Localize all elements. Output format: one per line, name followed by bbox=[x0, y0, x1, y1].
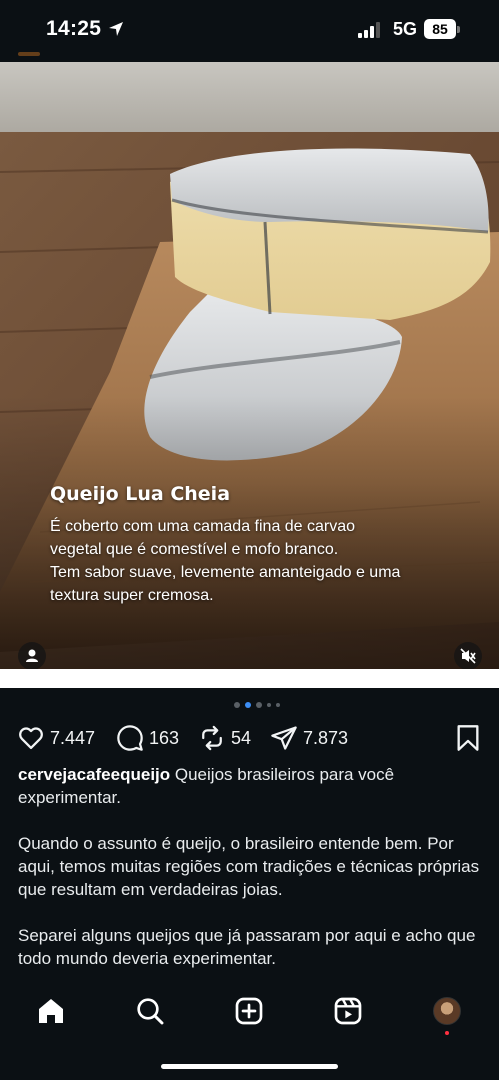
caption-username[interactable]: cervejacafeequeijo bbox=[18, 765, 170, 784]
nav-home[interactable] bbox=[35, 995, 67, 1027]
caption-paragraph: Separei alguns queijos que já passaram p… bbox=[18, 926, 476, 968]
post-caption: cervejacafeequeijo Queijos brasileiros p… bbox=[18, 763, 480, 970]
caption-paragraph: Quando o assunto é queijo, o brasileiro … bbox=[18, 834, 480, 899]
repost-icon bbox=[202, 725, 222, 751]
comment-count: 163 bbox=[149, 727, 180, 748]
app-indicator bbox=[18, 52, 40, 56]
nav-search[interactable] bbox=[134, 995, 166, 1027]
image-text-overlay: Queijo Lua Cheia É coberto com uma camad… bbox=[50, 483, 480, 607]
create-icon bbox=[235, 997, 263, 1025]
overlay-title: Queijo Lua Cheia bbox=[50, 483, 231, 505]
caption-first-paragraph: cervejacafeequeijo Queijos brasileiros p… bbox=[18, 763, 480, 809]
cellular-signal-icon bbox=[358, 22, 380, 38]
overlay-line: Tem sabor suave, levemente amanteigado e… bbox=[50, 564, 401, 581]
home-indicator[interactable] bbox=[161, 1064, 338, 1069]
status-bar: 14:25 5G 85 bbox=[0, 0, 499, 62]
home-icon bbox=[39, 999, 63, 1023]
comment-action[interactable]: 163 bbox=[116, 722, 179, 754]
notification-dot bbox=[445, 1031, 449, 1035]
share-action[interactable]: 7.873 bbox=[270, 722, 348, 754]
overlay-line: vegetal que é comestível e mofo branco. bbox=[50, 541, 339, 558]
comment-icon bbox=[117, 725, 143, 751]
status-time: 14:25 bbox=[46, 17, 102, 40]
carousel-dot bbox=[234, 702, 240, 708]
carousel-indicator bbox=[234, 702, 280, 708]
share-count: 7.873 bbox=[303, 727, 349, 748]
carousel-dot bbox=[256, 702, 262, 708]
carousel-dot-active bbox=[245, 702, 251, 708]
network-type: 5G bbox=[393, 19, 418, 39]
user-icon bbox=[26, 649, 38, 662]
tagged-users-button[interactable] bbox=[18, 642, 46, 669]
post-image[interactable]: Queijo Lua Cheia É coberto com uma camad… bbox=[0, 62, 499, 669]
send-icon bbox=[271, 726, 297, 750]
nav-create[interactable] bbox=[233, 995, 265, 1027]
reels-icon bbox=[334, 997, 362, 1025]
speaker-muted-icon bbox=[460, 648, 476, 664]
overlay-line: textura super cremosa. bbox=[50, 587, 214, 604]
battery-tip bbox=[457, 26, 460, 33]
bottom-navigation bbox=[0, 985, 499, 1080]
post-actions: 7.447 163 54 7.873 bbox=[0, 722, 499, 754]
battery-level: 85 bbox=[432, 21, 448, 37]
bookmark-icon bbox=[457, 725, 479, 751]
nav-reels[interactable] bbox=[332, 995, 364, 1027]
mute-button[interactable] bbox=[454, 642, 482, 669]
location-arrow-icon bbox=[109, 22, 123, 36]
repost-count: 54 bbox=[231, 727, 252, 748]
media-divider bbox=[0, 669, 499, 688]
search-icon bbox=[137, 998, 164, 1025]
carousel-dot bbox=[267, 703, 271, 707]
heart-icon bbox=[19, 727, 43, 750]
like-count: 7.447 bbox=[50, 727, 96, 748]
carousel-dot bbox=[276, 703, 280, 707]
save-button[interactable] bbox=[456, 724, 480, 757]
overlay-line: É coberto com uma camada fina de carvao bbox=[50, 518, 356, 535]
battery-icon: 85 bbox=[424, 19, 456, 39]
like-action[interactable]: 7.447 bbox=[17, 722, 95, 754]
repost-action[interactable]: 54 bbox=[198, 722, 251, 754]
nav-profile-avatar[interactable] bbox=[433, 997, 461, 1025]
